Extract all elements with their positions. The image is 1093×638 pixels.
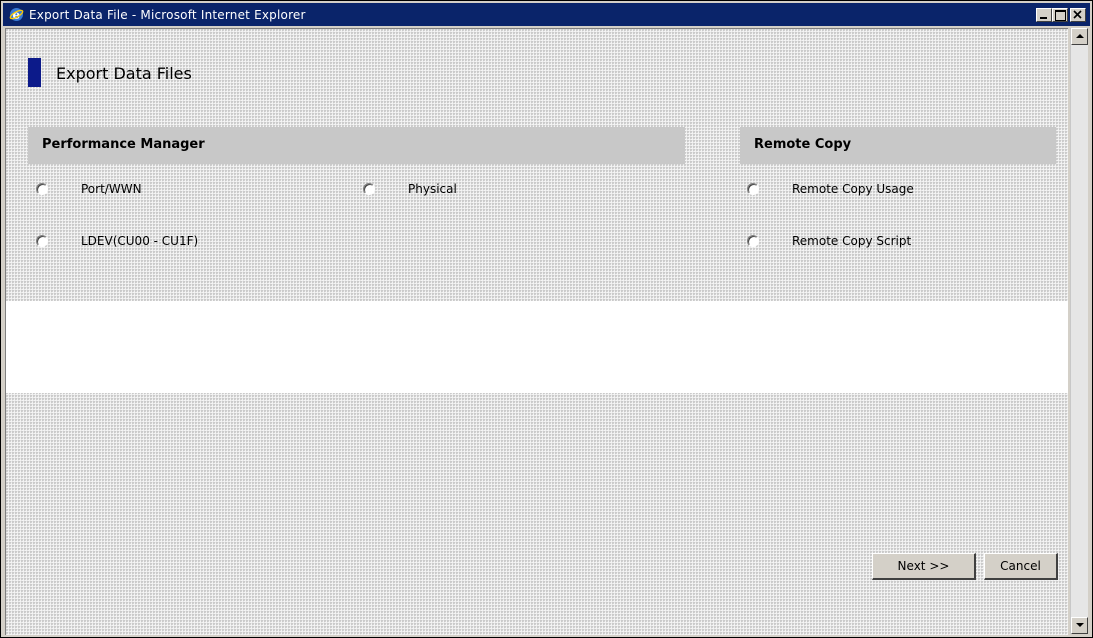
remote-copy-header: Remote Copy — [740, 127, 1056, 164]
remote-copy-label: Remote Copy — [754, 137, 852, 152]
remote-copy-script-radio[interactable] — [747, 235, 759, 247]
performance-manager-header: Performance Manager — [28, 127, 685, 164]
arrow-down-icon — [1076, 623, 1084, 627]
ldev-radio[interactable] — [36, 235, 48, 247]
cancel-button[interactable]: Cancel — [984, 553, 1058, 580]
ldev-option[interactable]: LDEV(CU00 - CU1F) — [36, 232, 296, 252]
remote-copy-script-label: Remote Copy Script — [792, 234, 912, 248]
remote-copy-script-option[interactable]: Remote Copy Script — [747, 232, 1007, 252]
window-title: Export Data File - Microsoft Internet Ex… — [29, 8, 306, 22]
physical-option[interactable]: Physical — [363, 180, 563, 200]
remote-copy-usage-option[interactable]: Remote Copy Usage — [747, 180, 1007, 200]
close-button[interactable] — [1070, 8, 1086, 22]
scroll-up-button[interactable] — [1071, 28, 1088, 45]
port-wwn-option[interactable]: Port/WWN — [36, 180, 236, 200]
arrow-up-icon — [1076, 34, 1084, 38]
scroll-down-button[interactable] — [1071, 617, 1088, 634]
physical-radio[interactable] — [363, 183, 375, 195]
minimize-button[interactable] — [1036, 8, 1052, 22]
performance-manager-label: Performance Manager — [42, 137, 205, 152]
ldev-label: LDEV(CU00 - CU1F) — [81, 234, 199, 248]
close-icon — [1073, 10, 1082, 19]
port-wwn-label: Port/WWN — [81, 182, 142, 196]
remote-copy-usage-label: Remote Copy Usage — [792, 182, 914, 196]
content-divider-band — [6, 301, 1068, 393]
maximize-button[interactable] — [1052, 8, 1068, 22]
page-content: Export Data Files Performance Manager Re… — [5, 28, 1068, 635]
maximize-icon — [1055, 10, 1066, 21]
page-title: Export Data Files — [56, 64, 192, 83]
next-button[interactable]: Next >> — [872, 553, 976, 580]
physical-label: Physical — [408, 182, 457, 196]
title-bar[interactable]: e Export Data File - Microsoft Internet … — [3, 3, 1090, 26]
title-marker — [28, 58, 41, 87]
internet-explorer-icon: e — [9, 7, 24, 22]
port-wwn-radio[interactable] — [36, 183, 48, 195]
remote-copy-usage-radio[interactable] — [747, 183, 759, 195]
minimize-icon — [1040, 17, 1047, 19]
vertical-scrollbar[interactable] — [1070, 28, 1088, 634]
browser-window: e Export Data File - Microsoft Internet … — [0, 0, 1093, 638]
